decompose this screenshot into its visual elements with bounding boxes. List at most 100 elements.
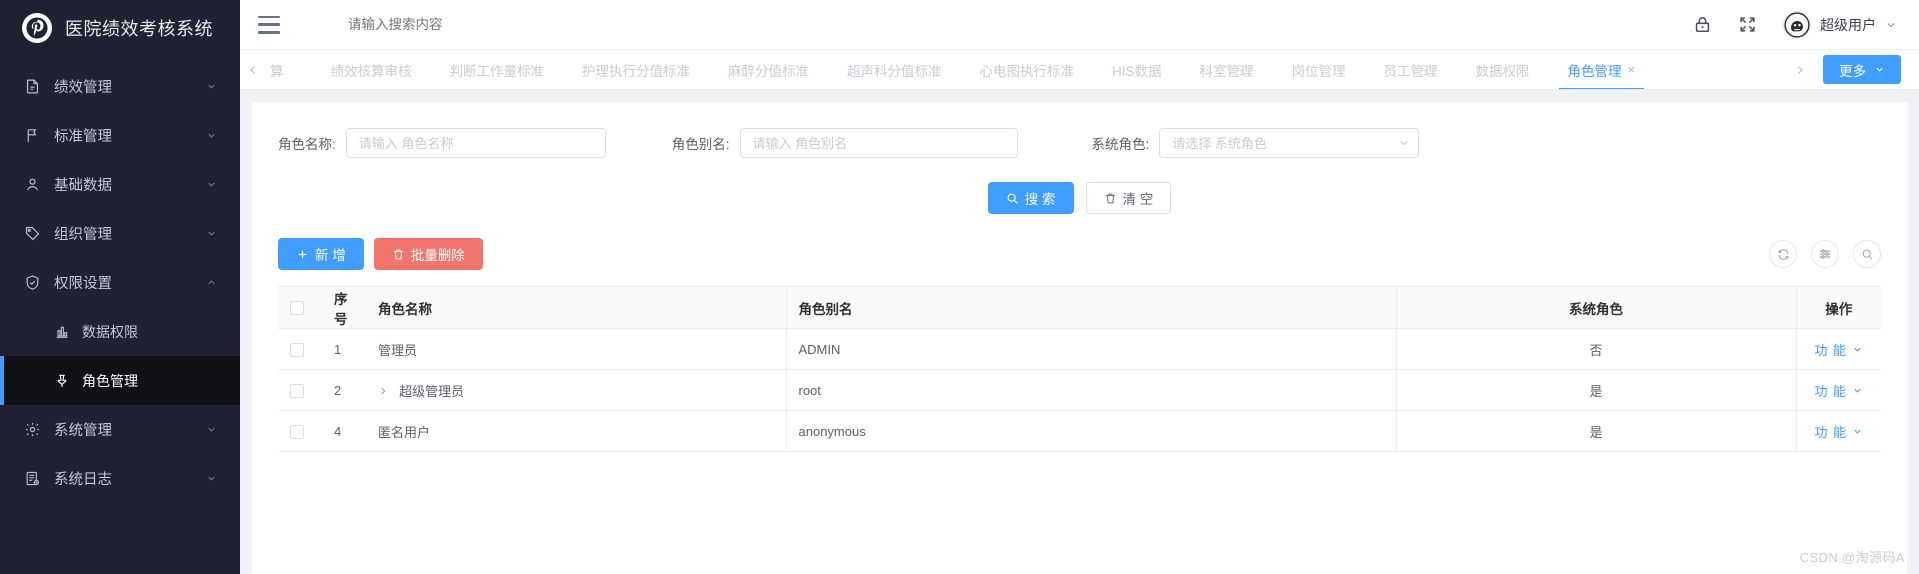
field-label: 角色名称:	[278, 137, 336, 152]
tab-label: 算	[270, 63, 284, 79]
field-role-alias: 角色别名:	[672, 128, 1018, 158]
pin-icon	[52, 371, 72, 391]
search-form: 角色名称: 角色别名: 系统角色:	[278, 124, 1881, 158]
fullscreen-icon[interactable]	[1738, 15, 1757, 34]
tab-item[interactable]: 数据权限	[1457, 50, 1549, 89]
search-icon[interactable]	[1853, 240, 1881, 268]
role-alias-input[interactable]	[739, 128, 1018, 158]
chevron-down-icon	[1885, 19, 1897, 31]
row-function-dropdown[interactable]: 功 能	[1814, 381, 1863, 400]
table-row[interactable]: 2 超级管理员 root 是 功 能	[278, 369, 1881, 411]
search-button[interactable]: 搜 索	[987, 182, 1074, 214]
tab-item[interactable]: 绩效核算审核	[312, 50, 431, 89]
column-index: 序号	[322, 286, 366, 329]
close-icon[interactable]: ×	[1628, 63, 1636, 76]
sidebar-item-label: 组织管理	[54, 227, 112, 243]
table-head: 序号 角色名称 角色别名 系统角色 操作	[278, 286, 1881, 329]
role-name-input[interactable]	[345, 128, 606, 158]
sidebar-item-label: 角色管理	[82, 372, 138, 389]
row-checkbox[interactable]	[290, 383, 304, 398]
search-input[interactable]	[348, 17, 608, 32]
table-row[interactable]: 4 匿名用户 anonymous 是 功 能	[278, 410, 1881, 452]
brand[interactable]: 医院绩效考核系统	[0, 0, 240, 56]
add-button[interactable]: 新 增	[278, 238, 364, 270]
more-button[interactable]: 更多	[1823, 55, 1901, 84]
tab-item[interactable]: 岗位管理	[1273, 50, 1365, 89]
field-role-name: 角色名称:	[278, 128, 606, 158]
tab-item[interactable]: HIS数据	[1093, 50, 1181, 89]
tab-label: 员工管理	[1383, 63, 1438, 79]
tab-item[interactable]: 科室管理	[1181, 50, 1273, 89]
topbar: 超级用户	[240, 0, 1919, 50]
chevron-down-icon	[204, 423, 218, 437]
row-role-name: 超级管理员	[366, 369, 786, 411]
row-system-role: 否	[1395, 328, 1796, 370]
sidebar-item-organization-management[interactable]: 组织管理	[0, 209, 240, 258]
row-checkbox[interactable]	[290, 342, 304, 357]
role-management-panel: 角色名称: 角色别名: 系统角色:	[252, 102, 1907, 574]
add-button-label: 新 增	[315, 248, 346, 263]
chevron-up-icon	[204, 276, 218, 290]
tab-label: 麻醉分值标准	[728, 63, 809, 79]
clear-button[interactable]: 清 空	[1085, 182, 1172, 214]
sidebar-item-role-management[interactable]: 角色管理	[0, 356, 240, 405]
batch-delete-button[interactable]: 批量删除	[373, 238, 483, 270]
trash-icon	[1104, 192, 1117, 205]
chevron-down-icon	[1852, 385, 1863, 396]
tab-item[interactable]: 超声科分值标准	[828, 50, 961, 89]
sidebar-item-label: 数据权限	[82, 323, 138, 340]
chevron-left-icon[interactable]	[240, 50, 266, 89]
hamburger-icon[interactable]	[258, 15, 280, 34]
tab-label: 绩效核算审核	[330, 63, 412, 79]
search-icon	[1006, 192, 1019, 205]
tab-item[interactable]: 员工管理	[1365, 50, 1457, 89]
sidebar-item-system-log[interactable]: 系统日志	[0, 454, 240, 503]
column-action: 操作	[1795, 286, 1881, 329]
flag-icon	[22, 126, 42, 146]
topbar-actions: 超级用户	[1693, 10, 1897, 39]
avatar	[1783, 10, 1811, 39]
row-system-role: 是	[1395, 369, 1796, 411]
sidebar-item-data-permission[interactable]: 数据权限	[0, 307, 240, 356]
tab-label: 判断工作量标准	[449, 63, 545, 79]
sidebar-item-label: 系统管理	[54, 423, 112, 439]
row-checkbox[interactable]	[290, 424, 304, 439]
refresh-icon[interactable]	[1769, 240, 1797, 268]
tab-item[interactable]: 算	[266, 50, 312, 89]
more-button-label: 更多	[1839, 63, 1866, 79]
row-role-alias: ADMIN	[785, 328, 1396, 370]
table-row[interactable]: 1 管理员 ADMIN 否 功 能	[278, 328, 1881, 370]
sidebar-item-label: 权限设置	[54, 276, 112, 292]
batch-delete-button-label: 批量删除	[410, 248, 465, 263]
form-actions: 搜 索 清 空	[278, 182, 1881, 214]
lock-icon[interactable]	[1693, 15, 1712, 34]
tab-item[interactable]: 护理执行分值标准	[563, 50, 709, 89]
row-function-label: 功 能	[1814, 424, 1848, 440]
tab-item[interactable]: 心电图执行标准	[961, 50, 1094, 89]
row-function-dropdown[interactable]: 功 能	[1814, 422, 1863, 441]
user-menu[interactable]: 超级用户	[1783, 10, 1897, 39]
tab-item-active[interactable]: 角色管理 ×	[1549, 50, 1655, 89]
sidebar-item-performance-management[interactable]: 绩效管理	[0, 62, 240, 111]
row-role-alias: root	[785, 369, 1396, 411]
chevron-right-icon[interactable]	[378, 387, 391, 399]
tab-item[interactable]: 麻醉分值标准	[709, 50, 828, 89]
select-all-checkbox[interactable]	[290, 301, 304, 316]
user-name: 超级用户	[1820, 16, 1876, 33]
row-function-dropdown[interactable]: 功 能	[1814, 340, 1863, 359]
roles-table: 序号 角色名称 角色别名 系统角色 操作 1 管理员 ADMIN 否 功 能 2…	[278, 286, 1881, 452]
table-toolbar: 新 增 批量删除	[278, 238, 1881, 270]
sidebar-item-system-management[interactable]: 系统管理	[0, 405, 240, 454]
system-role-select[interactable]	[1159, 128, 1420, 158]
chevron-down-icon	[204, 227, 218, 241]
sidebar-item-standard-management[interactable]: 标准管理	[0, 111, 240, 160]
tab-item[interactable]: 判断工作量标准	[431, 50, 564, 89]
sidebar-item-basic-data[interactable]: 基础数据	[0, 160, 240, 209]
filter-settings-icon[interactable]	[1811, 240, 1839, 268]
field-system-role: 系统角色:	[1092, 128, 1420, 158]
log-file-icon	[22, 469, 42, 489]
chevron-right-icon[interactable]	[1787, 50, 1813, 89]
sidebar-item-permission-settings[interactable]: 权限设置	[0, 258, 240, 307]
bar-chart-icon	[52, 322, 72, 342]
field-label: 系统角色:	[1091, 137, 1150, 152]
